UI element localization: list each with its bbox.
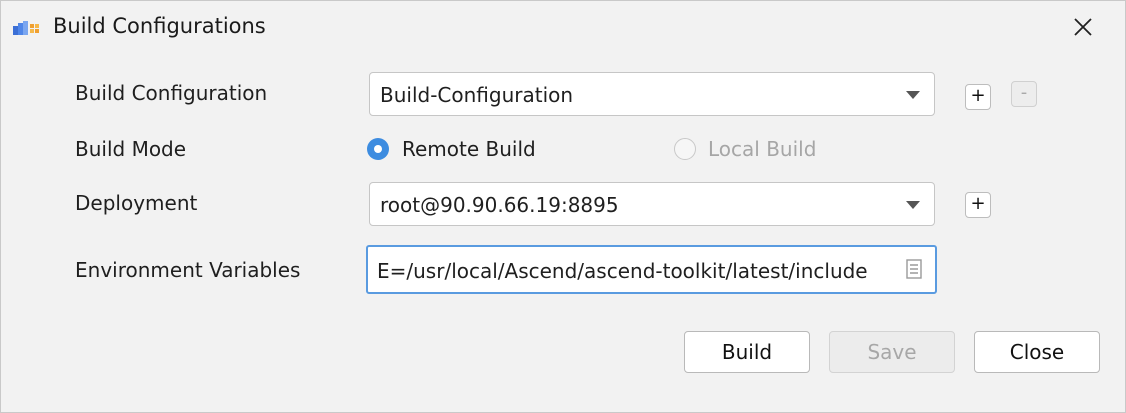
chevron-down-icon: [906, 91, 920, 99]
window-title: Build Configurations: [53, 14, 266, 38]
remove-configuration-button[interactable]: -: [1011, 81, 1037, 107]
title-bar: Build Configurations: [1, 1, 1125, 53]
deployment-label: Deployment: [75, 191, 198, 215]
environment-variables-value: E=/usr/local/Ascend/ascend-toolkit/lates…: [377, 259, 868, 283]
build-configuration-select[interactable]: Build-Configuration: [369, 72, 935, 116]
deployment-value: root@90.90.66.19:8895: [380, 193, 619, 217]
add-deployment-button[interactable]: +: [965, 192, 991, 218]
save-button[interactable]: Save: [829, 331, 955, 373]
build-configurations-dialog: Build Configurations Build Configuration…: [0, 0, 1126, 413]
close-icon[interactable]: [1071, 15, 1095, 39]
chevron-down-icon: [906, 201, 920, 209]
build-configuration-value: Build-Configuration: [380, 83, 574, 107]
close-button[interactable]: Close: [974, 331, 1100, 373]
build-button[interactable]: Build: [684, 331, 810, 373]
build-configuration-label: Build Configuration: [75, 81, 268, 105]
document-icon[interactable]: [906, 259, 922, 279]
build-config-icon: [13, 21, 39, 35]
environment-variables-label: Environment Variables: [75, 258, 301, 282]
remote-build-radio[interactable]: [367, 138, 389, 160]
remote-build-label[interactable]: Remote Build: [402, 137, 536, 161]
local-build-radio[interactable]: [674, 138, 696, 160]
add-configuration-button[interactable]: +: [965, 84, 991, 110]
deployment-select[interactable]: root@90.90.66.19:8895: [369, 182, 935, 226]
environment-variables-input[interactable]: E=/usr/local/Ascend/ascend-toolkit/lates…: [366, 245, 937, 294]
local-build-label[interactable]: Local Build: [708, 137, 816, 161]
build-mode-label: Build Mode: [75, 137, 187, 161]
